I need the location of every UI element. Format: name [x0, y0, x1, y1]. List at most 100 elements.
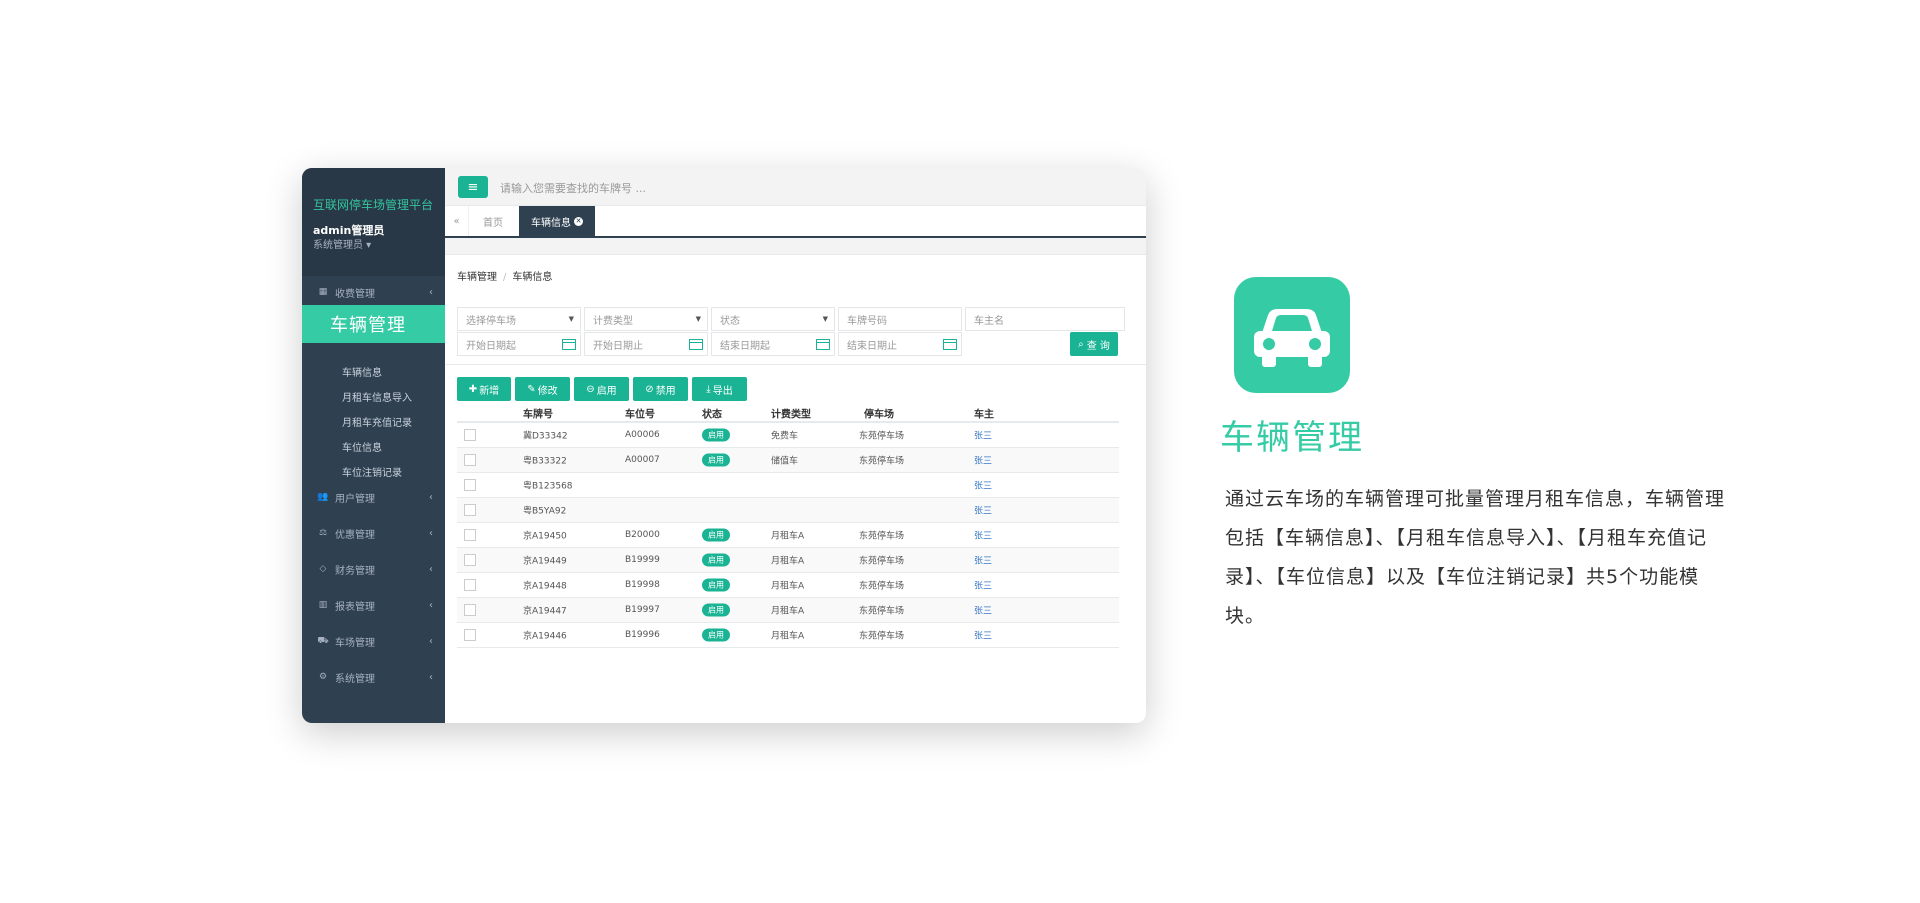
breadcrumb-current: 车辆信息: [512, 272, 553, 283]
plate-number-input[interactable]: 车牌号码: [838, 307, 962, 331]
add-button[interactable]: ✚ 新增: [457, 377, 511, 401]
chevron-left-icon: ‹: [429, 286, 433, 298]
breadcrumb: 车辆管理 / 车辆信息: [457, 268, 552, 283]
sidebar-item-system[interactable]: ⚙ 系统管理 ‹: [302, 662, 445, 692]
table-row[interactable]: 粤B33322 A00007 启用 储值车 东苑停车场 张三: [457, 448, 1119, 473]
col-header-owner[interactable]: 车主: [974, 405, 994, 420]
parking-lot-select[interactable]: 选择停车场 ▼: [457, 307, 581, 331]
ban-icon: ⊘: [645, 383, 654, 395]
input-placeholder: 开始日期起: [466, 340, 516, 352]
cell-billing-type: 月租车A: [771, 556, 805, 567]
row-checkbox[interactable]: [464, 554, 476, 566]
sidebar-item-charge[interactable]: ▦ 收费管理 ‹: [302, 277, 445, 307]
cell-owner[interactable]: 张三: [974, 429, 992, 442]
breadcrumb-separator: /: [503, 272, 507, 283]
table-row[interactable]: 京A19448 B19998 启用 月租车A 东苑停车场 张三: [457, 573, 1119, 598]
select-value: 状态: [720, 315, 740, 327]
sidebar-item-reports[interactable]: ▥ 报表管理 ‹: [302, 590, 445, 620]
tab-home[interactable]: 首页: [471, 206, 515, 236]
sub-item-space-cancel[interactable]: 车位注销记录: [342, 464, 402, 479]
cell-owner[interactable]: 张三: [974, 454, 992, 467]
row-checkbox[interactable]: [464, 579, 476, 591]
button-label: 禁用: [655, 385, 676, 397]
row-checkbox[interactable]: [464, 629, 476, 641]
edit-button[interactable]: ✎ 修改: [515, 377, 570, 401]
owner-name-input[interactable]: 车主名: [965, 307, 1125, 331]
cell-plate: 京A19447: [523, 606, 567, 617]
cell-spot: B19998: [625, 580, 660, 590]
sub-item-space-info[interactable]: 车位信息: [342, 439, 382, 454]
start-date-to-input[interactable]: 开始日期止: [584, 332, 708, 356]
breadcrumb-parent[interactable]: 车辆管理: [457, 272, 497, 283]
row-checkbox[interactable]: [464, 504, 476, 516]
cell-owner[interactable]: 张三: [974, 504, 992, 517]
sub-item-vehicle-info[interactable]: 车辆信息: [342, 364, 382, 379]
col-header-plate[interactable]: 车牌号: [523, 405, 553, 420]
status-select[interactable]: 状态 ▼: [711, 307, 835, 331]
tab-vehicle-info[interactable]: 车辆信息 ✕: [519, 206, 595, 236]
cell-owner[interactable]: 张三: [974, 579, 992, 592]
start-date-from-input[interactable]: 开始日期起: [457, 332, 581, 356]
billing-type-select[interactable]: 计费类型 ▼: [584, 307, 708, 331]
query-button[interactable]: ⌕ 查 询: [1070, 332, 1118, 356]
table-row[interactable]: 粤B123568 张三: [457, 473, 1119, 498]
col-header-lot[interactable]: 停车场: [864, 405, 894, 420]
close-icon[interactable]: ✕: [574, 216, 583, 226]
vehicle-table: 车牌号 车位号 状态 计费类型 停车场 车主 冀D33342 A00006 启用 免费…: [457, 404, 1119, 648]
row-checkbox[interactable]: [464, 479, 476, 491]
plate-search-input[interactable]: 请输入您需要查找的车牌号 ...: [500, 180, 646, 196]
sidebar-item-label: 车场管理: [335, 637, 375, 649]
row-checkbox[interactable]: [464, 604, 476, 616]
table-row[interactable]: 京A19447 B19997 启用 月租车A 东苑停车场 张三: [457, 598, 1119, 623]
enable-button[interactable]: ⊖ 启用: [574, 377, 629, 401]
export-button[interactable]: ⤓ 导出: [692, 377, 747, 401]
end-date-from-input[interactable]: 结束日期起: [711, 332, 835, 356]
col-header-billing[interactable]: 计费类型: [771, 405, 811, 420]
table-row[interactable]: 京A19446 B19996 启用 月租车A 东苑停车场 张三: [457, 623, 1119, 648]
calendar-icon: [816, 339, 830, 350]
table-row[interactable]: 粤B5YA92 张三: [457, 498, 1119, 523]
table-body: 冀D33342 A00006 启用 免费车 东苑停车场 张三 粤B33322 A00007 启用…: [457, 423, 1119, 648]
status-badge: 启用: [702, 553, 730, 567]
tab-scroll-left-button[interactable]: «: [445, 206, 469, 236]
caret-down-icon: ▼: [822, 315, 828, 323]
row-checkbox[interactable]: [464, 454, 476, 466]
cell-spot: B19997: [625, 605, 660, 615]
button-label: 查 询: [1086, 340, 1110, 352]
menu-toggle-button[interactable]: ≡: [458, 176, 488, 198]
cell-plate: 粤B123568: [523, 481, 573, 492]
cell-plate: 京A19449: [523, 556, 567, 567]
cell-owner[interactable]: 张三: [974, 629, 992, 642]
sub-item-monthly-import[interactable]: 月租车信息导入: [342, 389, 412, 404]
row-checkbox[interactable]: [464, 529, 476, 541]
cell-parking-lot: 东苑停车场: [859, 456, 905, 467]
sidebar-item-finance[interactable]: ◇ 财务管理 ‹: [302, 554, 445, 584]
col-header-status[interactable]: 状态: [702, 405, 722, 420]
active-menu-highlight[interactable]: 车辆管理: [302, 305, 445, 343]
cell-billing-type: 储值车: [771, 456, 799, 467]
sidebar-item-users[interactable]: 👥 用户管理 ‹: [302, 482, 445, 512]
table-row[interactable]: 京A19450 B20000 启用 月租车A 东苑停车场 张三: [457, 523, 1119, 548]
user-role-dropdown[interactable]: 系统管理员 ▾: [313, 236, 371, 251]
sidebar-item-discount[interactable]: ⚖ 优惠管理 ‹: [302, 518, 445, 548]
cell-parking-lot: 东苑停车场: [859, 556, 905, 567]
table-row[interactable]: 京A19449 B19999 启用 月租车A 东苑停车场 张三: [457, 548, 1119, 573]
chevron-left-icon: ‹: [429, 599, 433, 611]
sidebar-item-label: 系统管理: [335, 673, 375, 685]
cell-plate: 京A19446: [523, 631, 567, 642]
col-header-spot[interactable]: 车位号: [625, 405, 655, 420]
cell-owner[interactable]: 张三: [974, 554, 992, 567]
cell-owner[interactable]: 张三: [974, 604, 992, 617]
cell-spot: B19996: [625, 630, 660, 640]
input-placeholder: 结束日期止: [847, 340, 897, 352]
cell-plate: 粤B33322: [523, 456, 567, 467]
disable-button[interactable]: ⊘ 禁用: [633, 377, 688, 401]
main-content: 车辆管理 / 车辆信息 选择停车场 ▼ 计费类型 ▼ 状态 ▼ 车牌号码 车主名 开始日期…: [445, 254, 1146, 723]
row-checkbox[interactable]: [464, 429, 476, 441]
sidebar-item-parking[interactable]: ⛟ 车场管理 ‹: [302, 626, 445, 656]
end-date-to-input[interactable]: 结束日期止: [838, 332, 962, 356]
sub-item-monthly-recharge[interactable]: 月租车充值记录: [342, 414, 412, 429]
cell-owner[interactable]: 张三: [974, 529, 992, 542]
cell-owner[interactable]: 张三: [974, 479, 992, 492]
table-row[interactable]: 冀D33342 A00006 启用 免费车 东苑停车场 张三: [457, 423, 1119, 448]
